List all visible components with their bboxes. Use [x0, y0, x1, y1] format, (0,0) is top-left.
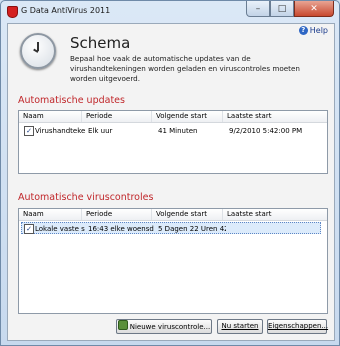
cell-volgende: 5 Dagen 22 Uren 42... — [158, 225, 226, 233]
window-title: G Data AntiVirus 2011 — [21, 6, 111, 15]
properties-button[interactable]: Eigenschappen... — [267, 319, 328, 334]
scans-table: Naam Periode Volgende start Laatste star… — [18, 208, 328, 314]
scans-table-header: Naam Periode Volgende start Laatste star… — [19, 209, 327, 221]
new-scan-button[interactable]: Nieuwe viruscontrole... — [116, 319, 212, 334]
cell-naam: Lokale vaste s... — [35, 225, 85, 233]
updates-table-header: Naam Periode Volgende start Laatste star… — [19, 111, 327, 123]
row-checkbox[interactable]: ✓ — [24, 126, 34, 136]
close-button[interactable]: ✕ — [294, 1, 334, 17]
client-area: ? Help Schema Bepaal hoe vaak de automat… — [7, 23, 335, 341]
col-volgende-start[interactable]: Volgende start — [152, 111, 223, 122]
col-laatste-start[interactable]: Laatste start — [223, 111, 327, 122]
cell-naam: Virushandteke... — [35, 127, 85, 135]
help-link[interactable]: ? Help — [298, 26, 328, 35]
col-volgende-start[interactable]: Volgende start — [152, 209, 223, 220]
col-periode[interactable]: Periode — [82, 209, 152, 220]
gdata-shield-icon — [7, 6, 18, 18]
cell-periode: 16:43 elke woensdag — [88, 225, 154, 233]
col-laatste-start[interactable]: Laatste start — [223, 209, 327, 220]
cell-volgende: 41 Minuten — [158, 127, 198, 135]
col-periode[interactable]: Periode — [82, 111, 152, 122]
start-now-button[interactable]: Nu starten — [217, 319, 263, 334]
cell-periode: Elk uur — [88, 127, 113, 135]
maximize-button[interactable]: □ — [270, 1, 294, 17]
help-icon: ? — [298, 26, 308, 35]
new-scan-icon — [117, 320, 128, 330]
app-window: G Data AntiVirus 2011 – □ ✕ ? Help Schem… — [0, 0, 340, 346]
help-label: Help — [309, 26, 328, 35]
page-description: Bepaal hoe vaak de automatische updates … — [70, 54, 300, 83]
row-checkbox[interactable]: ✓ — [24, 224, 34, 234]
minimize-button[interactable]: – — [246, 1, 270, 17]
col-naam[interactable]: Naam — [19, 111, 82, 122]
scans-section-title: Automatische viruscontroles — [18, 192, 154, 203]
cell-laatste: 9/2/2010 5:42:00 PM — [229, 127, 303, 135]
page-title: Schema — [70, 34, 131, 52]
title-bar[interactable]: G Data AntiVirus 2011 – □ ✕ — [1, 1, 339, 23]
clock-icon — [20, 33, 56, 69]
updates-table: Naam Periode Volgende start Laatste star… — [18, 110, 328, 174]
updates-section-title: Automatische updates — [18, 95, 125, 106]
table-row[interactable]: ✓ Lokale vaste s... 16:43 elke woensdag … — [21, 222, 321, 234]
col-naam[interactable]: Naam — [19, 209, 82, 220]
table-row[interactable]: ✓ Virushandteke... Elk uur 41 Minuten 9/… — [21, 125, 321, 137]
new-scan-label: Nieuwe viruscontrole... — [129, 323, 211, 331]
